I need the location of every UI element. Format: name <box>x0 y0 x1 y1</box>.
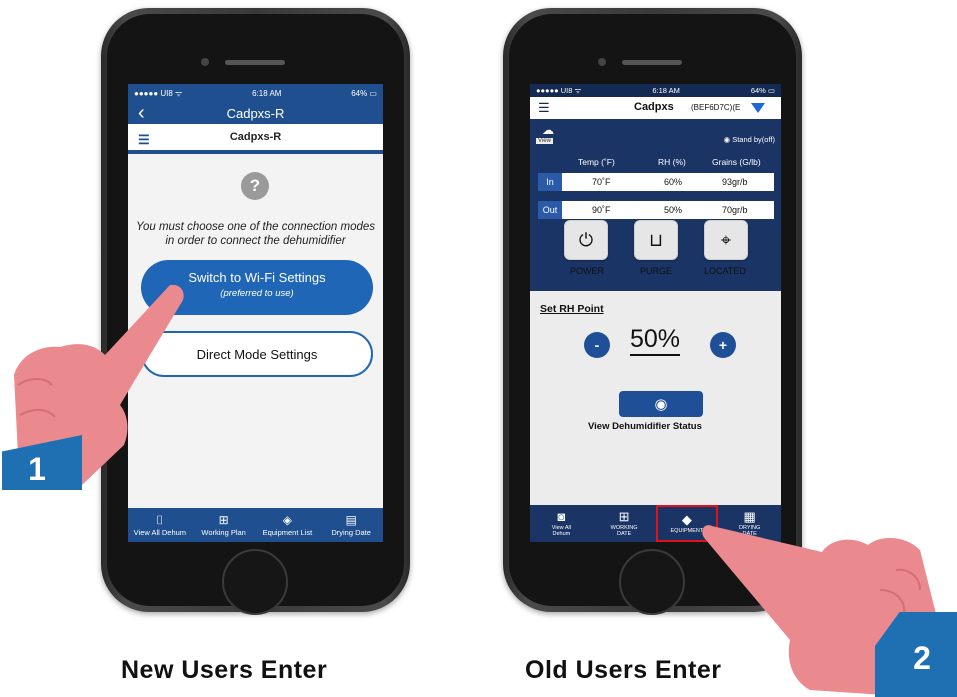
earpiece-speaker <box>225 60 285 65</box>
bottom-tab-bar: ⌷ View All Dehum ⊞ Working Plan ◈ Equipm… <box>128 508 383 542</box>
eye-icon: ◉ <box>654 396 668 413</box>
power-icon: ⏻ <box>578 229 594 250</box>
plan-icon: ⊞ <box>218 512 229 527</box>
caption-new-users: New Users Enter <box>121 656 328 684</box>
purge-label: PURGE <box>640 266 673 276</box>
rain-cloud-icon: ☁ <box>542 123 554 137</box>
tab-drying-date[interactable]: ▤ Drying Date <box>319 508 383 542</box>
caption-old-users: Old Users Enter <box>525 656 722 684</box>
reading-row-out: Out 90˚F 50% 70gr/b <box>538 201 774 219</box>
clipboard-icon: ▤ <box>345 512 357 527</box>
located-label: LOCATED <box>704 266 746 276</box>
camera-icon: ⌷ <box>156 512 164 527</box>
header-temp: Temp (˚F) <box>578 157 615 167</box>
home-button[interactable] <box>619 549 685 615</box>
row-cells: 90˚F 50% 70gr/b <box>562 201 774 219</box>
set-rh-point-label: Set RH Point <box>540 303 604 315</box>
question-mark-icon: ? <box>241 172 269 200</box>
tab-label: WORKING DATE <box>610 524 638 538</box>
purge-icon: ⊔ <box>648 229 664 250</box>
status-time: 6:18 AM <box>652 86 680 95</box>
connection-message: You must choose one of the connection mo… <box>135 221 376 247</box>
tab-working-date[interactable]: ⊞ WORKING DATE <box>593 505 656 542</box>
step-one-number: 1 <box>28 451 46 487</box>
located-button[interactable]: ⌖ <box>704 220 748 260</box>
tab-view-all-dehum[interactable]: ⌷ View All Dehum <box>128 508 192 542</box>
view-weather-button[interactable]: ☁ View <box>536 123 560 149</box>
tab-label: Equipment List <box>262 527 313 537</box>
rh-value: 60% <box>664 177 683 187</box>
rh-decrease-button[interactable]: - <box>584 332 610 358</box>
power-button[interactable]: ⏻ <box>564 220 608 260</box>
view-label: View <box>536 138 553 144</box>
status-bar: ●●●●● UI8 ᯤ 6:18 AM 64% ▭ <box>530 84 781 97</box>
front-camera <box>598 58 606 66</box>
reading-row-in: In 70˚F 60% 93gr/b <box>538 173 774 191</box>
tab-label: View All Dehum <box>551 524 571 538</box>
temp-value: 70˚F <box>592 177 611 187</box>
plan-icon: ⊞ <box>618 508 630 524</box>
rh-setpoint-value: 50% <box>630 324 681 356</box>
purge-button[interactable]: ⊔ <box>634 220 678 260</box>
header-rh: RH (%) <box>658 157 686 167</box>
view-status-button[interactable]: ◉ <box>619 391 703 417</box>
nav-title: Cadpxs-R <box>226 105 285 121</box>
carrier-signal: ●●●●● UI8 ᯤ <box>134 88 183 98</box>
tab-label: EQUIPMENT <box>670 527 704 534</box>
tab-label: Working Plan <box>201 527 246 537</box>
temp-value: 90˚F <box>592 205 611 215</box>
nav-bar: ‹ Cadpxs-R <box>128 102 383 124</box>
wifi-button-label: Switch to Wi-Fi Settings <box>188 270 326 285</box>
battery-level: 64% ▭ <box>351 88 377 98</box>
row-label: In <box>538 173 562 191</box>
standby-status: ◉ Stand by(off) <box>723 135 775 144</box>
hamburger-menu-icon[interactable]: ☰ <box>538 100 550 116</box>
earpiece-speaker <box>622 60 682 65</box>
header-grains: Grains (G/lb) <box>712 157 761 167</box>
location-icon: ⌖ <box>720 229 732 250</box>
status-time: 6:18 AM <box>252 88 282 98</box>
step-two-number: 2 <box>913 640 931 676</box>
tab-working-plan[interactable]: ⊞ Working Plan <box>192 508 256 542</box>
row-cells: 70˚F 60% 93gr/b <box>562 173 774 191</box>
tab-label: Drying Date <box>331 527 371 537</box>
nav-bar: ☰ Cadpxs (BEF6D7C)(E <box>530 97 781 119</box>
equipment-icon: ◈ <box>282 512 292 527</box>
hamburger-menu-icon[interactable]: ☰ <box>138 132 150 148</box>
rh-increase-button[interactable]: + <box>710 332 736 358</box>
tab-equipment-list[interactable]: ◈ Equipment List <box>256 508 320 542</box>
grains-value: 70gr/b <box>722 205 748 215</box>
device-id: (BEF6D7C)(E <box>691 103 741 112</box>
camera-icon: ◙ <box>557 508 566 524</box>
tab-label: View All Dehum <box>133 527 187 537</box>
front-camera <box>201 58 209 66</box>
carrier-signal: ●●●●● UI8 ᯤ <box>536 85 582 95</box>
view-status-label: View Dehumidifier Status <box>588 421 702 432</box>
grains-value: 93gr/b <box>722 177 748 187</box>
sub-title: Cadpxs-R <box>229 131 282 143</box>
nav-title: Cadpxs <box>634 101 674 113</box>
home-button[interactable] <box>222 549 288 615</box>
row-label: Out <box>538 201 562 219</box>
sub-header: ☰ Cadpxs-R <box>128 124 383 154</box>
device-dropdown-icon[interactable] <box>751 103 765 113</box>
cube-icon: ◆ <box>681 511 692 527</box>
status-bar: ●●●●● UI8 ᯤ 6:18 AM 64% ▭ <box>128 84 383 102</box>
tab-view-all-dehum[interactable]: ◙ View All Dehum <box>530 505 593 542</box>
back-icon[interactable]: ‹ <box>138 102 145 124</box>
rh-value: 50% <box>664 205 683 215</box>
power-label: POWER <box>570 266 605 276</box>
right-screen: ●●●●● UI8 ᯤ 6:18 AM 64% ▭ ☰ Cadpxs (BEF6… <box>530 84 781 542</box>
battery-level: 64% ▭ <box>750 86 775 95</box>
